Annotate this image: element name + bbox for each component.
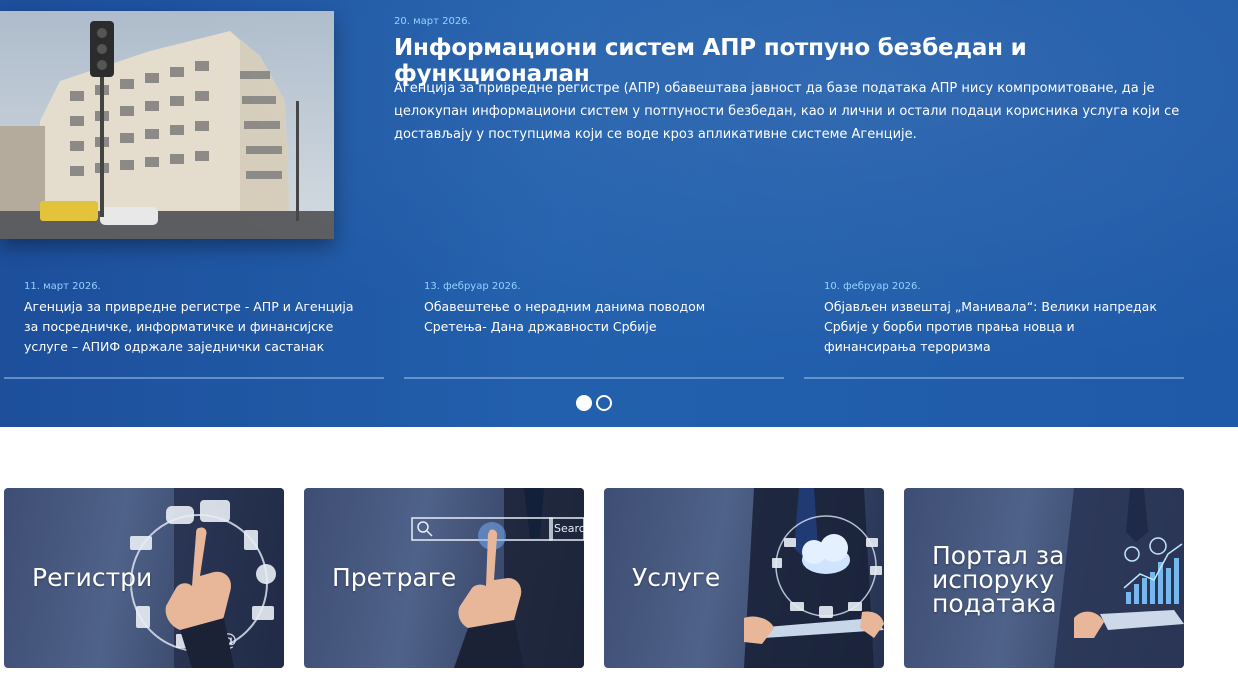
news-item[interactable]: 10. фебруар 2026. Објављен извештај „Ман… [804, 281, 1184, 379]
news-date: 13. фебруар 2026. [424, 281, 521, 292]
slider-dot-1[interactable] [576, 395, 592, 411]
tile-label: Регистри [32, 563, 153, 592]
slider-dot-2[interactable] [596, 395, 612, 411]
tile-data-portal[interactable]: Портал за испоруку података [904, 488, 1184, 668]
featured-news-image[interactable] [0, 11, 334, 239]
search-box-placeholder: Search [554, 522, 584, 535]
tile-services[interactable]: Услуге [604, 488, 884, 668]
news-item[interactable]: 13. фебруар 2026. Обавештење о нерадним … [404, 281, 784, 379]
tile-label: Портал за испоруку података [932, 541, 1065, 618]
news-item[interactable]: 11. март 2026. Агенција за привредне рег… [4, 281, 384, 379]
news-title[interactable]: Обавештење о нерадним данима поводом Сре… [424, 297, 764, 337]
news-date: 11. март 2026. [24, 281, 101, 292]
tile-registers[interactable]: @ Регистри [4, 488, 284, 668]
tile-label: Претраге [332, 563, 457, 592]
news-date: 10. фебруар 2026. [824, 281, 921, 292]
featured-news-summary: Агенција за привредне регистре (АПР) оба… [394, 81, 1180, 142]
tile-searches[interactable]: Претраге Search [304, 488, 584, 668]
slider-pagination [576, 395, 612, 411]
news-title[interactable]: Агенција за привредне регистре - АПР и А… [24, 297, 364, 357]
news-title[interactable]: Објављен извештај „Манивала“: Велики нап… [824, 297, 1164, 357]
tile-label: Услуге [632, 563, 721, 592]
featured-news-date: 20. март 2026. [394, 16, 471, 27]
news-slider: 20. март 2026. Информациони систем АПР п… [0, 0, 1238, 427]
